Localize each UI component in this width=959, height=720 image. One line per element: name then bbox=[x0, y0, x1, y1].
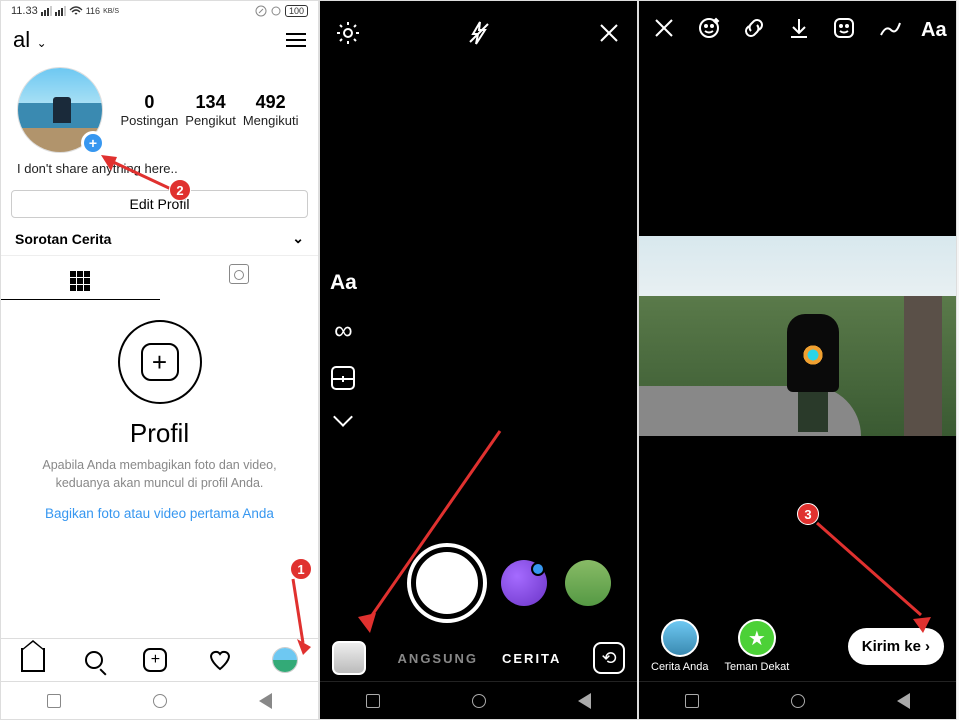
nav-recent[interactable] bbox=[685, 694, 699, 708]
chevron-down-icon: ⌄ bbox=[37, 36, 47, 50]
nav-recent[interactable] bbox=[47, 694, 61, 708]
dnd-icon bbox=[255, 5, 267, 17]
tagged-icon bbox=[229, 264, 249, 284]
wifi-icon bbox=[69, 6, 83, 16]
chevron-down-icon: ⌄ bbox=[292, 230, 304, 247]
mode-story[interactable]: CERITA bbox=[502, 651, 561, 666]
activity-tab[interactable] bbox=[208, 648, 232, 672]
nav-home[interactable] bbox=[153, 694, 167, 708]
draw-button[interactable] bbox=[876, 15, 902, 46]
callout-2: 2 bbox=[169, 179, 191, 201]
stat-following[interactable]: 492Mengikuti bbox=[243, 92, 299, 128]
effect-filter-2[interactable] bbox=[565, 560, 611, 606]
camera-modes: ANGSUNG CERITA bbox=[384, 651, 575, 666]
status-bar: 11.33 116 KB/S 100 bbox=[1, 1, 318, 21]
nav-home[interactable] bbox=[472, 694, 486, 708]
layout-tool[interactable] bbox=[331, 366, 355, 390]
link-button[interactable] bbox=[741, 15, 767, 46]
callout-3: 3 bbox=[797, 503, 819, 525]
share-first-link[interactable]: Bagikan foto atau video pertama Anda bbox=[25, 506, 294, 521]
username: al bbox=[13, 27, 30, 52]
mode-live[interactable]: ANGSUNG bbox=[398, 651, 478, 666]
nav-back[interactable] bbox=[259, 693, 272, 709]
story-highlights-toggle[interactable]: Sorotan Cerita ⌄ bbox=[1, 218, 318, 255]
profile-stats: 0Postingan 134Pengikut 492Mengikuti bbox=[117, 92, 302, 128]
alarm-icon bbox=[270, 5, 282, 17]
stat-posts[interactable]: 0Postingan bbox=[120, 92, 178, 128]
create-post-circle[interactable]: + bbox=[118, 320, 202, 404]
close-button[interactable] bbox=[595, 19, 623, 52]
status-time: 11.33 bbox=[11, 5, 38, 17]
your-story-icon bbox=[661, 619, 699, 657]
story-edit-screen: Aa Cerita Anda ★ Teman Dekat Kirim ke › … bbox=[638, 0, 957, 720]
settings-button[interactable] bbox=[334, 19, 362, 52]
net-speed: 116 bbox=[86, 6, 100, 16]
net-unit: KB/S bbox=[103, 8, 119, 15]
search-tab[interactable] bbox=[85, 651, 103, 669]
profile-avatar[interactable]: + bbox=[17, 67, 103, 153]
username-dropdown[interactable]: al ⌄ bbox=[13, 27, 47, 53]
grid-icon bbox=[70, 271, 90, 291]
profile-tabs bbox=[1, 255, 318, 300]
close-friends-button[interactable]: ★ Teman Dekat bbox=[724, 619, 789, 673]
android-nav-bar bbox=[639, 681, 956, 719]
nav-home[interactable] bbox=[791, 694, 805, 708]
story-tools-sidebar: Aa ∞ bbox=[330, 271, 357, 424]
face-filter-button[interactable] bbox=[696, 15, 722, 46]
close-button[interactable] bbox=[651, 15, 677, 46]
flash-button[interactable] bbox=[465, 19, 493, 52]
android-nav-bar bbox=[320, 681, 637, 719]
save-button[interactable] bbox=[786, 15, 812, 46]
story-camera-screen: Aa ∞ ANGSUNG CERITA ⟲ bbox=[319, 0, 638, 720]
empty-title: Profil bbox=[25, 418, 294, 449]
hamburger-menu-button[interactable] bbox=[286, 33, 306, 47]
bottom-tab-bar: + bbox=[1, 638, 318, 681]
text-button[interactable]: Aa bbox=[921, 19, 947, 42]
your-story-button[interactable]: Cerita Anda bbox=[651, 619, 708, 673]
profile-screen: 11.33 116 KB/S 100 al ⌄ + 0Postingan 134… bbox=[0, 0, 319, 720]
stat-followers[interactable]: 134Pengikut bbox=[185, 92, 236, 128]
nav-back[interactable] bbox=[897, 693, 910, 709]
nav-back[interactable] bbox=[578, 693, 591, 709]
profile-header: al ⌄ bbox=[1, 21, 318, 57]
callout-1: 1 bbox=[290, 558, 312, 580]
text-tool[interactable]: Aa bbox=[330, 271, 357, 295]
empty-state: + Profil Apabila Anda membagikan foto da… bbox=[1, 300, 318, 521]
sticker-button[interactable] bbox=[831, 15, 857, 46]
boomerang-tool[interactable]: ∞ bbox=[334, 315, 353, 346]
empty-description: Apabila Anda membagikan foto dan video, … bbox=[25, 457, 294, 492]
signal-icon-2 bbox=[55, 6, 66, 16]
gallery-button[interactable] bbox=[332, 641, 366, 675]
nav-recent[interactable] bbox=[366, 694, 380, 708]
android-nav-bar bbox=[1, 681, 318, 719]
signal-icon bbox=[41, 6, 52, 16]
tab-tagged[interactable] bbox=[160, 256, 319, 300]
switch-camera-button[interactable]: ⟲ bbox=[593, 642, 625, 674]
home-tab[interactable] bbox=[21, 648, 45, 672]
battery-level: 100 bbox=[285, 5, 308, 17]
chevron-right-icon: › bbox=[925, 638, 930, 655]
tab-grid[interactable] bbox=[1, 256, 160, 300]
close-friends-icon: ★ bbox=[738, 619, 776, 657]
create-tab[interactable]: + bbox=[143, 648, 167, 672]
story-photo[interactable] bbox=[639, 236, 956, 436]
